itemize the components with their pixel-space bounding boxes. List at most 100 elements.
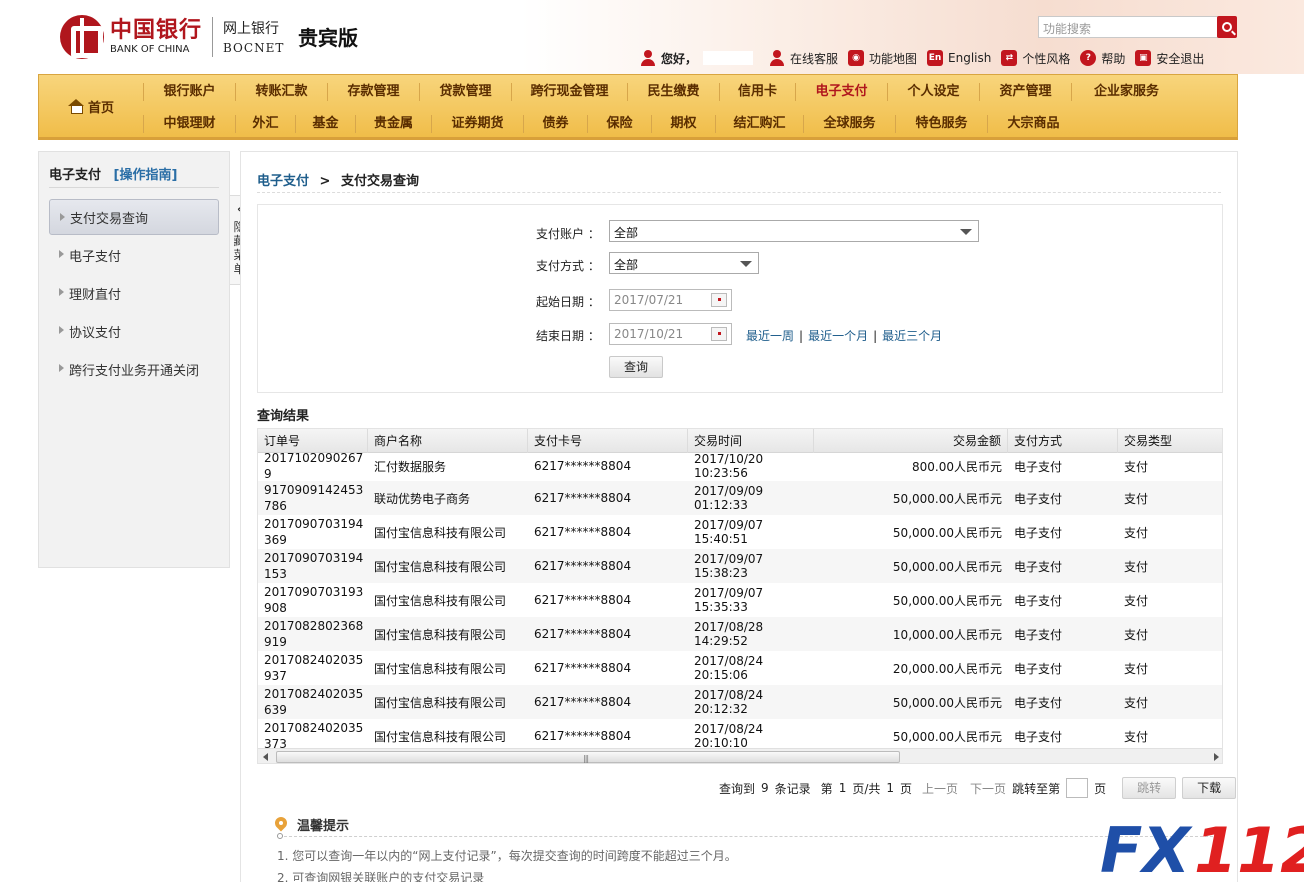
- nav-item-row2-0[interactable]: 中银理财: [143, 115, 235, 133]
- cell-time: 2017/09/07 15:35:33: [694, 586, 764, 614]
- bank-logo[interactable]: 中国银行 BANK OF CHINA 网上银行 BOCNET: [60, 14, 310, 60]
- sidebar-item-payment-query[interactable]: 支付交易查询: [49, 199, 219, 235]
- top-links-bar: 您好， 在线客服 ◉ 功能地图 En English ⇄ 个性风格 ? 帮助 ▣…: [640, 48, 1214, 68]
- sidebar-item-interbank-toggle[interactable]: 跨行支付业务开通关闭: [49, 351, 219, 387]
- method-label: 支付方式 ：: [536, 259, 600, 273]
- sidebar-item-wealth-direct-pay[interactable]: 理财直付: [49, 275, 219, 311]
- fx112-logo-icon: FX 112: [1100, 814, 1304, 882]
- breadcrumb: 电子支付 > 支付交易查询: [257, 170, 419, 189]
- nav-item-row2-10[interactable]: 特色服务: [895, 115, 987, 133]
- nav-item-row2-5[interactable]: 债券: [523, 115, 587, 133]
- nav-item-row1-1[interactable]: 转账汇款: [235, 83, 327, 101]
- nav-item-row2-8[interactable]: 结汇购汇: [715, 115, 803, 133]
- nav-item-row1-5[interactable]: 民生缴费: [627, 83, 719, 101]
- online-service-link[interactable]: 在线客服: [769, 50, 838, 67]
- last-month-link[interactable]: 最近一个月: [808, 329, 868, 343]
- download-button[interactable]: 下载: [1182, 777, 1237, 799]
- cell-order-no: 2017082402035937: [264, 653, 364, 683]
- quick-date-links: 最近一周 | 最近一个月 | 最近三个月: [746, 329, 943, 343]
- operation-guide-link[interactable]: [操作指南]: [114, 168, 178, 183]
- scrollbar-thumb[interactable]: |||: [276, 751, 900, 763]
- col-merchant: 商户名称: [368, 429, 528, 453]
- nav-item-row1-10[interactable]: 企业家服务: [1071, 83, 1181, 101]
- cell-method: 电子支付: [1014, 459, 1063, 474]
- nav-item-row1-4[interactable]: 跨行现金管理: [511, 83, 627, 101]
- cell-method: 电子支付: [1014, 559, 1063, 574]
- cell-type: 支付: [1124, 729, 1149, 744]
- nav-item-row2-2[interactable]: 基金: [295, 115, 355, 133]
- sitemap-link[interactable]: ◉ 功能地图: [848, 50, 917, 67]
- nav-home[interactable]: 首页: [39, 75, 143, 137]
- account-select[interactable]: 全部: [609, 220, 979, 242]
- query-button[interactable]: 查询: [609, 356, 663, 378]
- english-link[interactable]: En English: [927, 50, 991, 66]
- cell-order-no: 9170909142453786: [264, 483, 364, 513]
- sidebar-title: 电子支付: [49, 168, 102, 183]
- nav-item-row2-3[interactable]: 贵金属: [355, 115, 431, 133]
- calendar-icon[interactable]: [711, 293, 727, 307]
- cell-card-no: 6217******8804: [534, 525, 632, 539]
- cell-merchant: 国付宝信息科技有限公司: [374, 695, 507, 710]
- cell-amount: 50,000.00人民币元: [892, 593, 1002, 608]
- cell-amount: 50,000.00人民币元: [892, 491, 1002, 506]
- results-title: 查询结果: [257, 409, 310, 424]
- watermark-text-112: 112: [1194, 814, 1304, 882]
- style-link[interactable]: ⇄ 个性风格: [1001, 50, 1070, 67]
- table-row: 2017090703193908 国付宝信息科技有限公司 6217******880…: [258, 583, 1222, 617]
- jump-button[interactable]: 跳转: [1122, 777, 1177, 799]
- table-row: 2017082402035937 国付宝信息科技有限公司 6217******880…: [258, 651, 1222, 685]
- nav-item-row2-6[interactable]: 保险: [587, 115, 651, 133]
- breadcrumb-parent-link[interactable]: 电子支付: [257, 174, 309, 189]
- start-date-input[interactable]: 2017/07/21: [609, 289, 732, 311]
- map-pin-icon: ◉: [848, 50, 865, 66]
- nav-item-row2-1[interactable]: 外汇: [235, 115, 295, 133]
- cell-method: 电子支付: [1014, 627, 1063, 642]
- cell-merchant: 国付宝信息科技有限公司: [374, 729, 507, 744]
- page-current: 1: [838, 781, 847, 795]
- end-date-input[interactable]: 2017/10/21: [609, 323, 732, 345]
- table-row: 20171020902679 汇付数据服务 6217******8804 2017/1…: [258, 451, 1222, 481]
- bullet-icon: [277, 833, 283, 839]
- main-nav: 首页 银行账户 转账汇款 存款管理 贷款管理 跨行现金管理 民生缴费 信用卡 电子支付 个人设定…: [38, 74, 1238, 140]
- scroll-left-icon[interactable]: [263, 753, 268, 761]
- next-page-link[interactable]: 下一页: [970, 780, 1006, 797]
- nav-item-row1-6[interactable]: 信用卡: [719, 83, 795, 101]
- last-week-link[interactable]: 最近一周: [746, 329, 794, 343]
- sidebar-item-label: 支付交易查询: [70, 211, 149, 227]
- cell-type: 支付: [1124, 661, 1149, 676]
- help-link[interactable]: ? 帮助: [1080, 50, 1125, 67]
- nav-item-row2-4[interactable]: 证券期货: [431, 115, 523, 133]
- cell-type: 支付: [1124, 491, 1149, 506]
- horizontal-scrollbar[interactable]: |||: [258, 748, 1222, 763]
- nav-item-row1-0[interactable]: 银行账户: [143, 83, 235, 101]
- english-icon: En: [927, 50, 944, 66]
- nav-item-row1-7[interactable]: 电子支付: [795, 83, 887, 101]
- page-number-input[interactable]: [1066, 778, 1089, 798]
- cell-time: 2017/08/24 20:15:06: [694, 654, 764, 682]
- search-button[interactable]: [1217, 16, 1237, 38]
- method-select[interactable]: 全部: [609, 252, 759, 274]
- sidebar-item-label: 协议支付: [69, 325, 122, 341]
- scroll-right-icon[interactable]: [1214, 753, 1219, 761]
- nav-item-row1-8[interactable]: 个人设定: [887, 83, 979, 101]
- last-3-months-link[interactable]: 最近三个月: [882, 329, 942, 343]
- cell-merchant: 联动优势电子商务: [374, 491, 471, 506]
- nav-item-row2-9[interactable]: 全球服务: [803, 115, 895, 133]
- nav-item-row1-9[interactable]: 资产管理: [979, 83, 1071, 101]
- nav-row-2: 中银理财 外汇 基金 贵金属 证券期货 债券 保险 期权 结汇购汇 全球服务 特色服务 大宗商品: [143, 109, 1079, 139]
- cell-merchant: 国付宝信息科技有限公司: [374, 559, 507, 574]
- nav-item-row1-3[interactable]: 贷款管理: [419, 83, 511, 101]
- nav-item-row1-2[interactable]: 存款管理: [327, 83, 419, 101]
- calendar-icon[interactable]: [711, 327, 727, 341]
- sidebar-item-agreement-pay[interactable]: 协议支付: [49, 313, 219, 349]
- logout-link[interactable]: ▣ 安全退出: [1135, 50, 1204, 67]
- jump-prefix: 跳转至第: [1012, 781, 1061, 796]
- nav-item-row2-11[interactable]: 大宗商品: [987, 115, 1079, 133]
- cell-merchant: 国付宝信息科技有限公司: [374, 661, 507, 676]
- cell-merchant: 汇付数据服务: [374, 459, 447, 474]
- sidebar-item-e-payment[interactable]: 电子支付: [49, 237, 219, 273]
- function-search-input[interactable]: 功能搜索: [1038, 16, 1218, 38]
- prev-page-link[interactable]: 上一页: [922, 780, 958, 797]
- home-icon: [67, 99, 84, 114]
- nav-item-row2-7[interactable]: 期权: [651, 115, 715, 133]
